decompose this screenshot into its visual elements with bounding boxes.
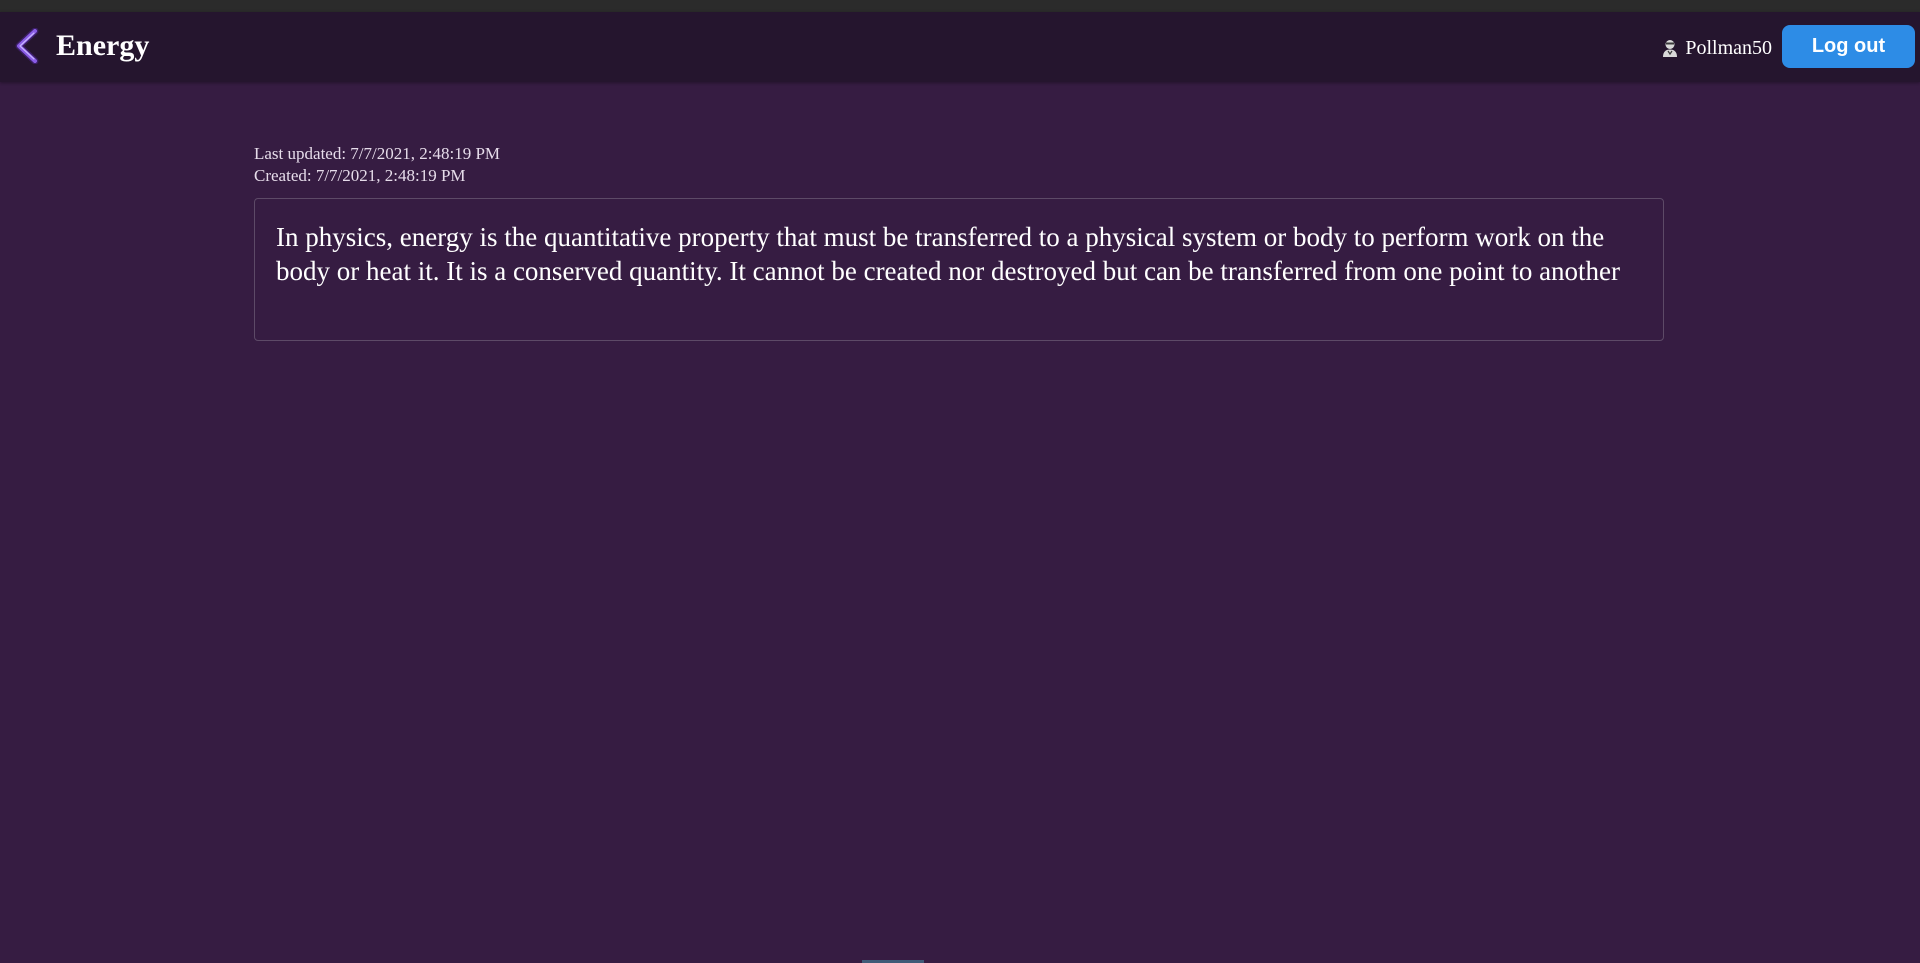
- browser-top-strip: [0, 0, 1920, 12]
- username: Pollman50: [1685, 37, 1772, 59]
- timestamps: Last updated: 7/7/2021, 2:48:19 PM Creat…: [254, 143, 500, 187]
- note-content-card: In physics, energy is the quantitative p…: [254, 198, 1664, 341]
- app-header: Energy Pollman50 Log out: [0, 12, 1920, 82]
- user-icon: [1663, 40, 1678, 57]
- chevron-left-icon: [15, 28, 39, 64]
- page-title: Energy: [56, 29, 150, 62]
- last-updated-text: Last updated: 7/7/2021, 2:48:19 PM: [254, 144, 501, 163]
- note-body-text: In physics, energy is the quantitative p…: [276, 222, 1621, 286]
- user-info: Pollman50: [1661, 36, 1772, 60]
- logout-button[interactable]: Log out: [1782, 25, 1915, 68]
- back-button[interactable]: [10, 28, 44, 64]
- created-text: Created: 7/7/2021, 2:48:19 PM: [254, 166, 466, 185]
